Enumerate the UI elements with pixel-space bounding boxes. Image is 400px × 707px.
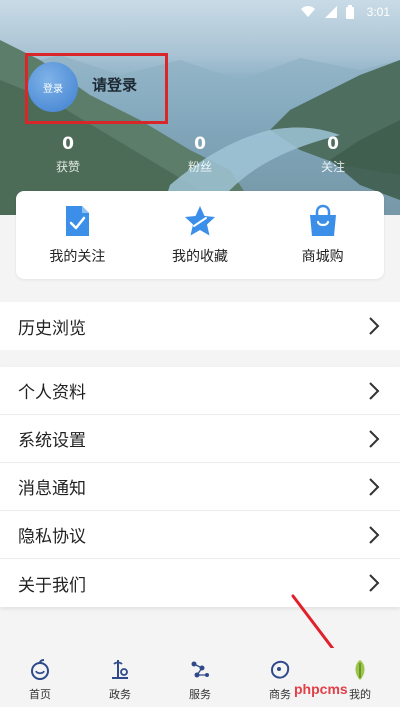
stat-label: 获赞	[55, 160, 80, 174]
my-follows-button[interactable]: 我的关注	[27, 204, 127, 266]
my-favorites-button[interactable]: 我的收藏	[150, 204, 250, 266]
menu-item-history[interactable]: 历史浏览	[0, 302, 400, 350]
nav-label: 政务	[109, 688, 131, 701]
menu-item-label: 历史浏览	[18, 318, 86, 339]
menu-item-label: 关于我们	[18, 575, 86, 596]
chevron-right-icon	[369, 429, 380, 448]
login-highlight-box	[25, 53, 168, 124]
stat-fans[interactable]: 0 粉丝	[170, 134, 230, 175]
stat-value: 0	[327, 134, 339, 154]
bottom-navigation: 首页 政务 服务 商务 我的	[0, 648, 400, 707]
nav-home[interactable]: 首页	[10, 648, 70, 702]
menu-item-label: 系统设置	[18, 431, 86, 451]
chevron-right-icon	[369, 477, 380, 496]
stat-value: 0	[194, 134, 206, 154]
menu-item-label: 隐私协议	[18, 527, 86, 547]
menu-item-system-settings[interactable]: 系统设置	[0, 415, 400, 463]
menu-item-privacy[interactable]: 隐私协议	[0, 511, 400, 559]
menu-section-settings: 个人资料 系统设置 消息通知 隐私协议 关于我们	[0, 367, 400, 607]
chevron-right-icon	[369, 574, 380, 592]
home-icon	[31, 659, 49, 680]
nav-label: 首页	[29, 688, 51, 701]
signal-icon	[323, 5, 337, 19]
chevron-right-icon	[369, 525, 380, 544]
chevron-right-icon	[369, 317, 380, 335]
quick-action-label: 商城购	[301, 249, 344, 265]
document-check-icon	[66, 206, 90, 236]
nav-label: 我的	[349, 688, 371, 701]
profile-leaf-icon	[355, 660, 365, 680]
quick-action-label: 我的关注	[49, 249, 106, 265]
status-time: 3:01	[366, 5, 390, 19]
quick-actions-card: 我的关注 我的收藏 商城购	[16, 191, 384, 279]
quick-action-label: 我的收藏	[171, 249, 228, 265]
chevron-right-icon	[369, 381, 380, 400]
mall-shopping-button[interactable]: 商城购	[273, 204, 373, 266]
menu-section-history: 历史浏览	[0, 302, 400, 350]
nav-label: 服务	[189, 688, 211, 701]
business-icon	[270, 660, 290, 679]
stat-likes[interactable]: 0 获赞	[38, 134, 98, 175]
star-icon	[184, 206, 215, 236]
stat-value: 0	[62, 134, 74, 154]
stat-label: 关注	[320, 160, 345, 174]
menu-item-label: 消息通知	[18, 479, 86, 499]
menu-item-label: 个人资料	[18, 383, 86, 403]
shopping-bag-icon	[309, 204, 336, 236]
stat-label: 粉丝	[187, 160, 212, 174]
watermark: phpcms	[294, 681, 348, 697]
wifi-icon	[300, 5, 315, 19]
battery-icon	[345, 5, 359, 19]
service-icon	[191, 661, 209, 678]
nav-government[interactable]: 政务	[90, 648, 150, 702]
status-bar: 3:01	[300, 4, 390, 20]
menu-item-notifications[interactable]: 消息通知	[0, 463, 400, 511]
nav-services[interactable]: 服务	[170, 648, 230, 702]
profile-header: 3:01 登录 请登录 0 获赞 0 粉丝 0 关注	[0, 0, 400, 215]
government-icon	[112, 660, 128, 679]
stat-following[interactable]: 0 关注	[303, 134, 363, 175]
menu-item-profile[interactable]: 个人资料	[0, 367, 400, 415]
nav-label: 商务	[269, 688, 291, 701]
